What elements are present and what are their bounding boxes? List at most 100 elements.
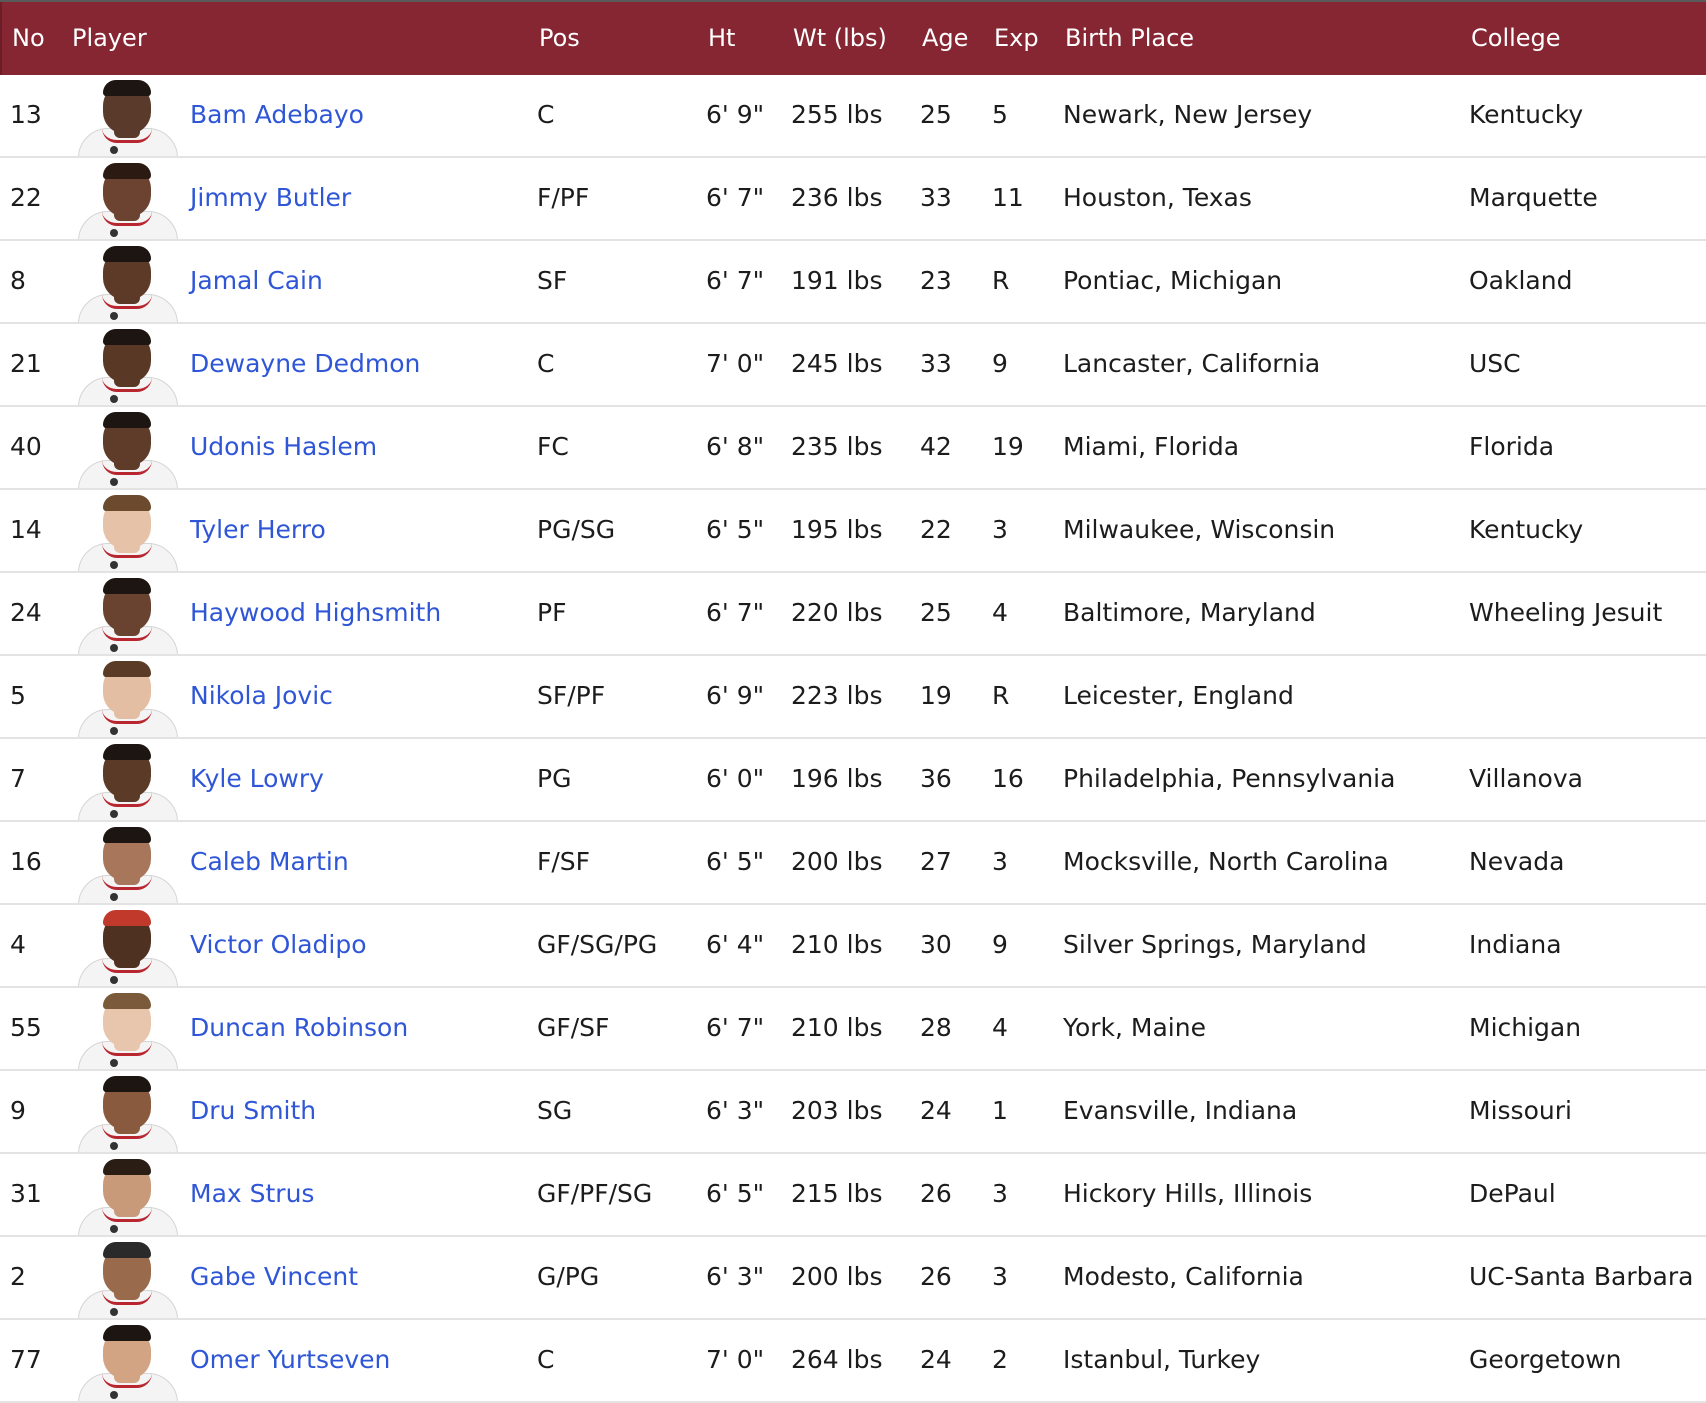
table-row[interactable]: 4 Victor Oladipo GF/SG/PG 6' 4" 210 lbs 30 9 Si… [0, 905, 1706, 988]
table-row[interactable]: 13 Bam Adebayo C 6' 9" 255 lbs 25 5 Newark, New… [0, 75, 1706, 158]
player-age: 23 [920, 266, 952, 295]
player-college: DePaul [1469, 1179, 1556, 1208]
player-position: GF/SG/PG [537, 930, 658, 959]
header-player[interactable]: Player [72, 24, 147, 52]
player-position: F/SF [537, 847, 591, 876]
player-name-link[interactable]: Bam Adebayo [190, 99, 364, 131]
player-experience: 3 [992, 1179, 1008, 1208]
player-experience: 3 [992, 847, 1008, 876]
player-name-link[interactable]: Haywood Highsmith [190, 597, 441, 629]
hair-shape [103, 744, 151, 760]
table-row[interactable]: 8 Jamal Cain SF 6' 7" 191 lbs 23 R Pontiac, Mic… [0, 241, 1706, 324]
table-row[interactable]: 5 Nikola Jovic SF/PF 6' 9" 223 lbs 19 R Leicest… [0, 656, 1706, 739]
table-row[interactable]: 55 Duncan Robinson GF/SF 6' 7" 210 lbs 28 4 Yor… [0, 988, 1706, 1071]
player-weight: 200 lbs [791, 1262, 883, 1291]
player-name-link[interactable]: Victor Oladipo [190, 929, 367, 961]
player-name-link[interactable]: Caleb Martin [190, 846, 349, 878]
header-wt[interactable]: Wt (lbs) [793, 24, 887, 52]
player-name-link[interactable]: Gabe Vincent [190, 1261, 358, 1293]
player-height: 6' 9" [706, 100, 765, 129]
player-headshot[interactable] [72, 244, 182, 322]
player-headshot[interactable] [72, 825, 182, 903]
player-college: Nevada [1469, 847, 1565, 876]
player-headshot[interactable] [72, 991, 182, 1069]
player-height: 6' 3" [706, 1096, 765, 1125]
table-row[interactable]: 16 Caleb Martin F/SF 6' 5" 200 lbs 27 3 Mocksvi… [0, 822, 1706, 905]
player-headshot[interactable] [72, 576, 182, 654]
hair-shape [103, 910, 151, 926]
player-weight: 220 lbs [791, 598, 883, 627]
player-headshot[interactable] [72, 1157, 182, 1235]
table-row[interactable]: 2 Gabe Vincent G/PG 6' 3" 200 lbs 26 3 Modesto,… [0, 1237, 1706, 1320]
table-row[interactable]: 21 Dewayne Dedmon C 7' 0" 245 lbs 33 9 Lancaste… [0, 324, 1706, 407]
table-row[interactable]: 14 Tyler Herro PG/SG 6' 5" 195 lbs 22 3 Milwauk… [0, 490, 1706, 573]
player-height: 6' 4" [706, 930, 765, 959]
player-height: 6' 7" [706, 598, 765, 627]
player-weight: 236 lbs [791, 183, 883, 212]
player-headshot[interactable] [72, 908, 182, 986]
player-number: 2 [10, 1262, 26, 1291]
player-age: 22 [920, 515, 952, 544]
player-height: 6' 7" [706, 1013, 765, 1042]
header-college[interactable]: College [1471, 24, 1561, 52]
player-headshot[interactable] [72, 78, 182, 156]
player-headshot[interactable] [72, 1240, 182, 1318]
player-birth-place: Pontiac, Michigan [1063, 266, 1283, 295]
player-weight: 210 lbs [791, 1013, 883, 1042]
table-row[interactable]: 24 Haywood Highsmith PF 6' 7" 220 lbs 25 4 Balt… [0, 573, 1706, 656]
player-height: 6' 5" [706, 847, 765, 876]
player-position: SF [537, 266, 568, 295]
player-college: Georgetown [1469, 1345, 1622, 1374]
header-age[interactable]: Age [922, 24, 968, 52]
header-no[interactable]: No [12, 24, 45, 52]
header-exp[interactable]: Exp [994, 24, 1039, 52]
hair-shape [103, 495, 151, 511]
player-number: 5 [10, 681, 26, 710]
player-name-link[interactable]: Nikola Jovic [190, 680, 333, 712]
player-number: 13 [10, 100, 42, 129]
nba-logo-icon [110, 644, 118, 652]
player-headshot[interactable] [72, 493, 182, 571]
header-ht[interactable]: Ht [708, 24, 735, 52]
table-row[interactable]: 9 Dru Smith SG 6' 3" 203 lbs 24 1 Evansville, I… [0, 1071, 1706, 1154]
player-headshot[interactable] [72, 1074, 182, 1152]
table-row[interactable]: 7 Kyle Lowry PG 6' 0" 196 lbs 36 16 Philadelphi… [0, 739, 1706, 822]
table-row[interactable]: 22 Jimmy Butler F/PF 6' 7" 236 lbs 33 11 Housto… [0, 158, 1706, 241]
player-age: 24 [920, 1345, 952, 1374]
table-row[interactable]: 31 Max Strus GF/PF/SG 6' 5" 215 lbs 26 3 Hickor… [0, 1154, 1706, 1237]
header-birth-place[interactable]: Birth Place [1065, 24, 1194, 52]
player-height: 6' 7" [706, 266, 765, 295]
player-name-link[interactable]: Dru Smith [190, 1095, 316, 1127]
player-weight: 200 lbs [791, 847, 883, 876]
player-position: C [537, 100, 555, 129]
player-name-link[interactable]: Dewayne Dedmon [190, 348, 420, 380]
player-name-link[interactable]: Max Strus [190, 1178, 314, 1210]
player-headshot[interactable] [72, 1323, 182, 1401]
player-name-link[interactable]: Tyler Herro [190, 514, 326, 546]
player-name-link[interactable]: Omer Yurtseven [190, 1344, 390, 1376]
nba-logo-icon [110, 893, 118, 901]
player-headshot[interactable] [72, 659, 182, 737]
player-position: SG [537, 1096, 573, 1125]
player-headshot[interactable] [72, 410, 182, 488]
player-name-link[interactable]: Kyle Lowry [190, 763, 324, 795]
player-position: C [537, 1345, 555, 1374]
player-height: 7' 0" [706, 349, 765, 378]
player-headshot[interactable] [72, 161, 182, 239]
player-position: C [537, 349, 555, 378]
player-age: 30 [920, 930, 952, 959]
header-pos[interactable]: Pos [539, 24, 580, 52]
nba-logo-icon [110, 395, 118, 403]
player-name-link[interactable]: Duncan Robinson [190, 1012, 408, 1044]
player-experience: 9 [992, 349, 1008, 378]
player-name-link[interactable]: Jimmy Butler [190, 182, 351, 214]
player-name-link[interactable]: Udonis Haslem [190, 431, 377, 463]
nba-logo-icon [110, 146, 118, 154]
player-college: Wheeling Jesuit [1469, 598, 1663, 627]
player-position: GF/PF/SG [537, 1179, 653, 1208]
player-headshot[interactable] [72, 327, 182, 405]
player-name-link[interactable]: Jamal Cain [190, 265, 323, 297]
player-headshot[interactable] [72, 742, 182, 820]
table-row[interactable]: 40 Udonis Haslem FC 6' 8" 235 lbs 42 19 Miami, … [0, 407, 1706, 490]
table-row[interactable]: 77 Omer Yurtseven C 7' 0" 264 lbs 24 2 Istanbul… [0, 1320, 1706, 1403]
